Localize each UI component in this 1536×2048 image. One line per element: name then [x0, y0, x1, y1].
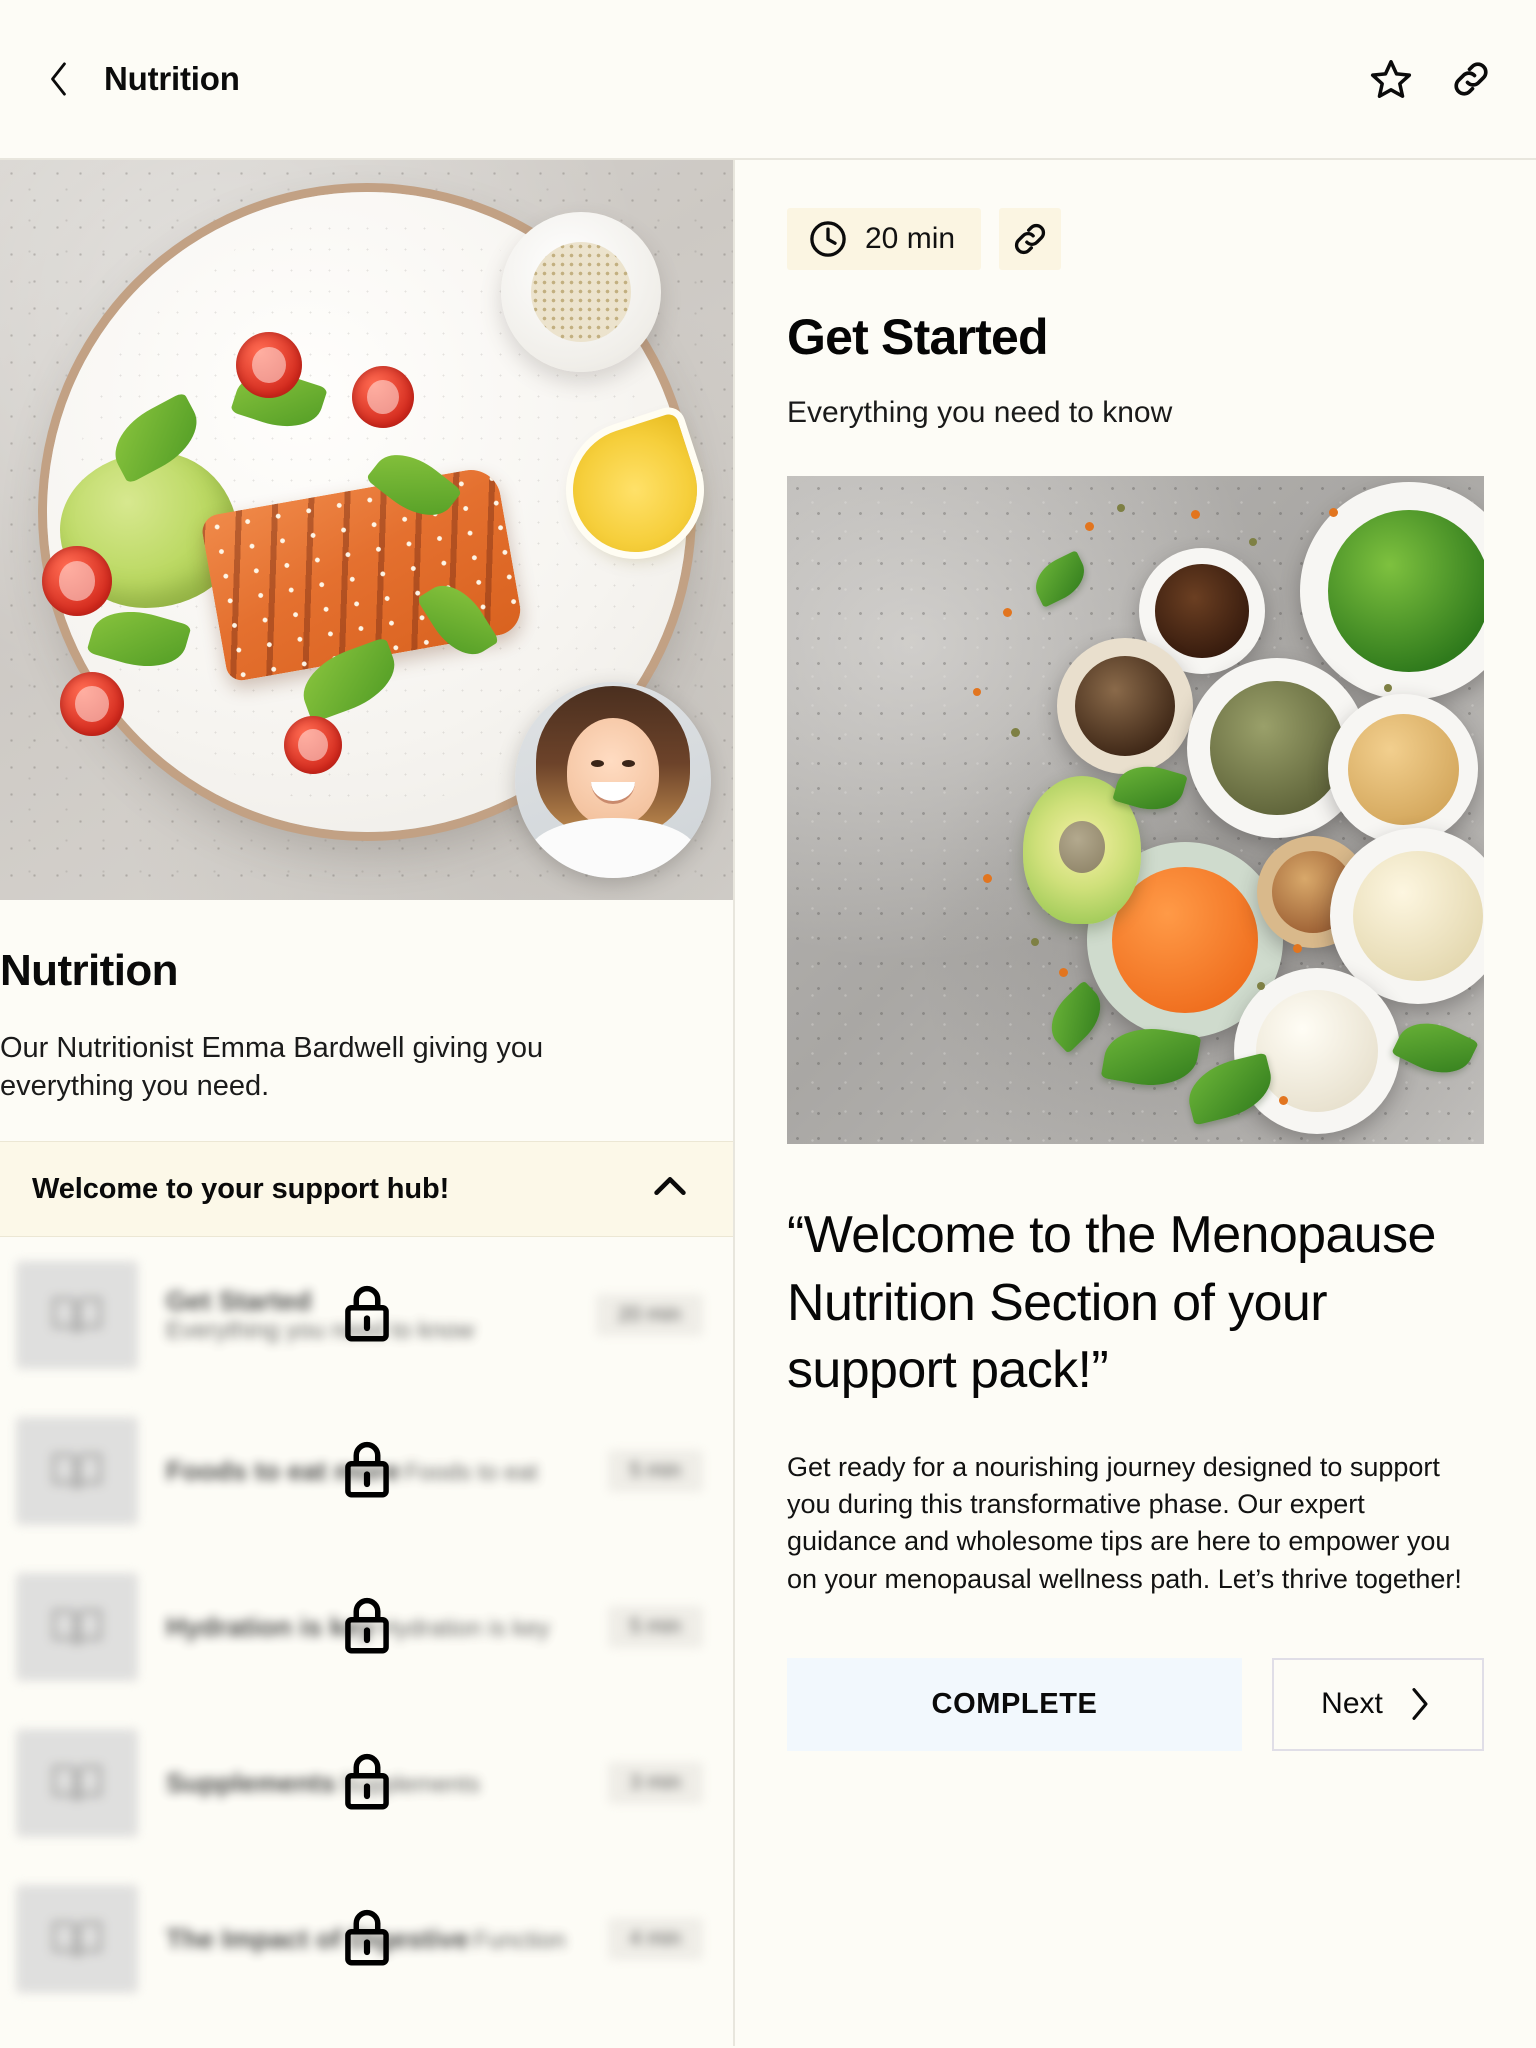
lesson-meta-row: 20 min — [787, 208, 1484, 270]
app-header-left: Nutrition — [34, 54, 240, 104]
avatar-eye — [622, 760, 635, 767]
lesson-title: The Impact of Digestive — [166, 1923, 470, 1954]
lentil-scatter — [1293, 944, 1302, 953]
lock-icon — [340, 1594, 394, 1661]
sesame-bowl-icon — [501, 212, 661, 372]
lesson-body-text: Get ready for a nourishing journey desig… — [787, 1451, 1462, 1594]
avatar — [515, 682, 711, 878]
list-item[interactable]: Get Started Everything you need to know … — [0, 1237, 733, 1393]
lesson-list: Get Started Everything you need to know … — [0, 1237, 733, 2017]
lentil-scatter — [1249, 538, 1257, 546]
list-item[interactable]: Foods to eat more Foods to eat 5 min — [0, 1393, 733, 1549]
lesson-duration-badge: 3 min — [607, 1762, 703, 1805]
lentil-scatter — [983, 874, 992, 883]
duration-text: 20 min — [865, 222, 956, 255]
back-button[interactable] — [34, 54, 84, 104]
lesson-subtitle: Function — [473, 1926, 566, 1954]
tomato-slice-icon — [236, 332, 302, 398]
lesson-subtitle: Foods to eat — [404, 1458, 538, 1486]
tomato-slice-icon — [352, 366, 414, 428]
lentil-scatter — [1059, 968, 1068, 977]
chevron-right-icon — [1412, 1688, 1428, 1721]
lesson-detail-panel: 20 min Get Started Everything you need t… — [733, 160, 1536, 2046]
link-icon — [1454, 62, 1488, 96]
lentil-scatter — [1279, 1096, 1288, 1105]
course-intro: Nutrition Our Nutritionist Emma Bardwell… — [0, 900, 733, 1141]
clock-icon — [810, 221, 846, 257]
lock-icon — [340, 1750, 394, 1817]
lesson-duration-badge: 5 min — [607, 1450, 703, 1493]
lesson-quote: “Welcome to the Menopause Nutrition Sect… — [787, 1206, 1436, 1400]
accordion-toggle-icon[interactable] — [647, 1164, 693, 1215]
lesson-subtitle: Hydration is key — [379, 1614, 550, 1642]
list-item[interactable]: Hydration is key Hydration is key 5 min — [0, 1549, 733, 1705]
lentil-scatter — [1329, 508, 1338, 517]
avatar-eye — [591, 760, 604, 767]
link-icon — [1014, 223, 1046, 255]
lesson-subtitle: Everything you need to know — [166, 1316, 475, 1344]
lesson-duration-badge: 4 min — [607, 1918, 703, 1961]
star-icon — [1370, 60, 1412, 98]
app-header-actions — [1366, 54, 1496, 104]
tomato-slice-icon — [42, 546, 112, 616]
favorite-button[interactable] — [1366, 54, 1416, 104]
lock-icon — [340, 1282, 394, 1349]
book-icon — [16, 1417, 138, 1526]
lentil-scatter — [1011, 728, 1020, 737]
lesson-title: Get Started — [166, 1285, 312, 1316]
duration-badge: 20 min — [787, 208, 982, 270]
lentil-scatter — [1003, 608, 1012, 617]
accordion-title: Welcome to your support hub! — [32, 1172, 450, 1205]
lock-icon — [340, 1438, 394, 1505]
lentil-scatter — [1384, 684, 1392, 692]
content-split: Nutrition Our Nutritionist Emma Bardwell… — [0, 160, 1536, 2046]
lesson-title: Get Started — [787, 309, 1049, 365]
lesson-actions: COMPLETE Next — [787, 1657, 1484, 1751]
lesson-image — [787, 476, 1484, 1144]
book-icon — [16, 1261, 138, 1370]
lock-icon — [340, 1906, 394, 1973]
wild-rice-bowl-icon — [1057, 638, 1193, 774]
copy-link-button[interactable] — [999, 208, 1062, 270]
list-item[interactable]: Supplements Supplements 3 min — [0, 1705, 733, 1861]
lesson-title: Supplements — [166, 1767, 336, 1798]
chickpea-bowl-icon — [1328, 694, 1478, 844]
course-hero-image — [0, 160, 733, 900]
lentil-scatter — [1031, 938, 1039, 946]
chevron-left-icon — [51, 62, 66, 96]
course-sidebar: Nutrition Our Nutritionist Emma Bardwell… — [0, 160, 733, 2046]
tomato-slice-icon — [60, 672, 124, 736]
chevron-up-icon — [654, 1176, 686, 1195]
tomato-slice-icon — [284, 716, 342, 774]
avatar-shirt — [529, 818, 697, 878]
complete-button[interactable]: COMPLETE — [787, 1657, 1242, 1751]
lentil-scatter — [1257, 982, 1265, 990]
course-title: Nutrition — [0, 946, 178, 995]
lentil-scatter — [973, 688, 981, 696]
page-title: Nutrition — [104, 60, 240, 97]
lesson-subtitle: Everything you need to know — [787, 396, 1173, 429]
course-description: Our Nutritionist Emma Bardwell giving yo… — [0, 1032, 544, 1102]
lesson-duration-badge: 20 min — [595, 1294, 703, 1337]
next-button[interactable]: Next — [1272, 1657, 1484, 1751]
list-item[interactable]: The Impact of Digestive Function 4 min — [0, 1861, 733, 2017]
white-bean-bowl-icon — [1234, 968, 1400, 1134]
book-icon — [16, 1885, 138, 1994]
next-button-label: Next — [1321, 1687, 1383, 1721]
avatar-face — [567, 718, 659, 826]
app-header: Nutrition — [0, 0, 1536, 160]
lesson-duration-badge: 5 min — [607, 1606, 703, 1649]
book-icon — [16, 1729, 138, 1838]
lentil-scatter — [1085, 522, 1094, 531]
book-icon — [16, 1573, 138, 1682]
lentil-scatter — [1191, 510, 1200, 519]
accordion-welcome-to-your-support-hub[interactable]: Welcome to your support hub! — [0, 1141, 733, 1238]
share-link-button[interactable] — [1446, 54, 1496, 104]
lentil-scatter — [1117, 504, 1125, 512]
